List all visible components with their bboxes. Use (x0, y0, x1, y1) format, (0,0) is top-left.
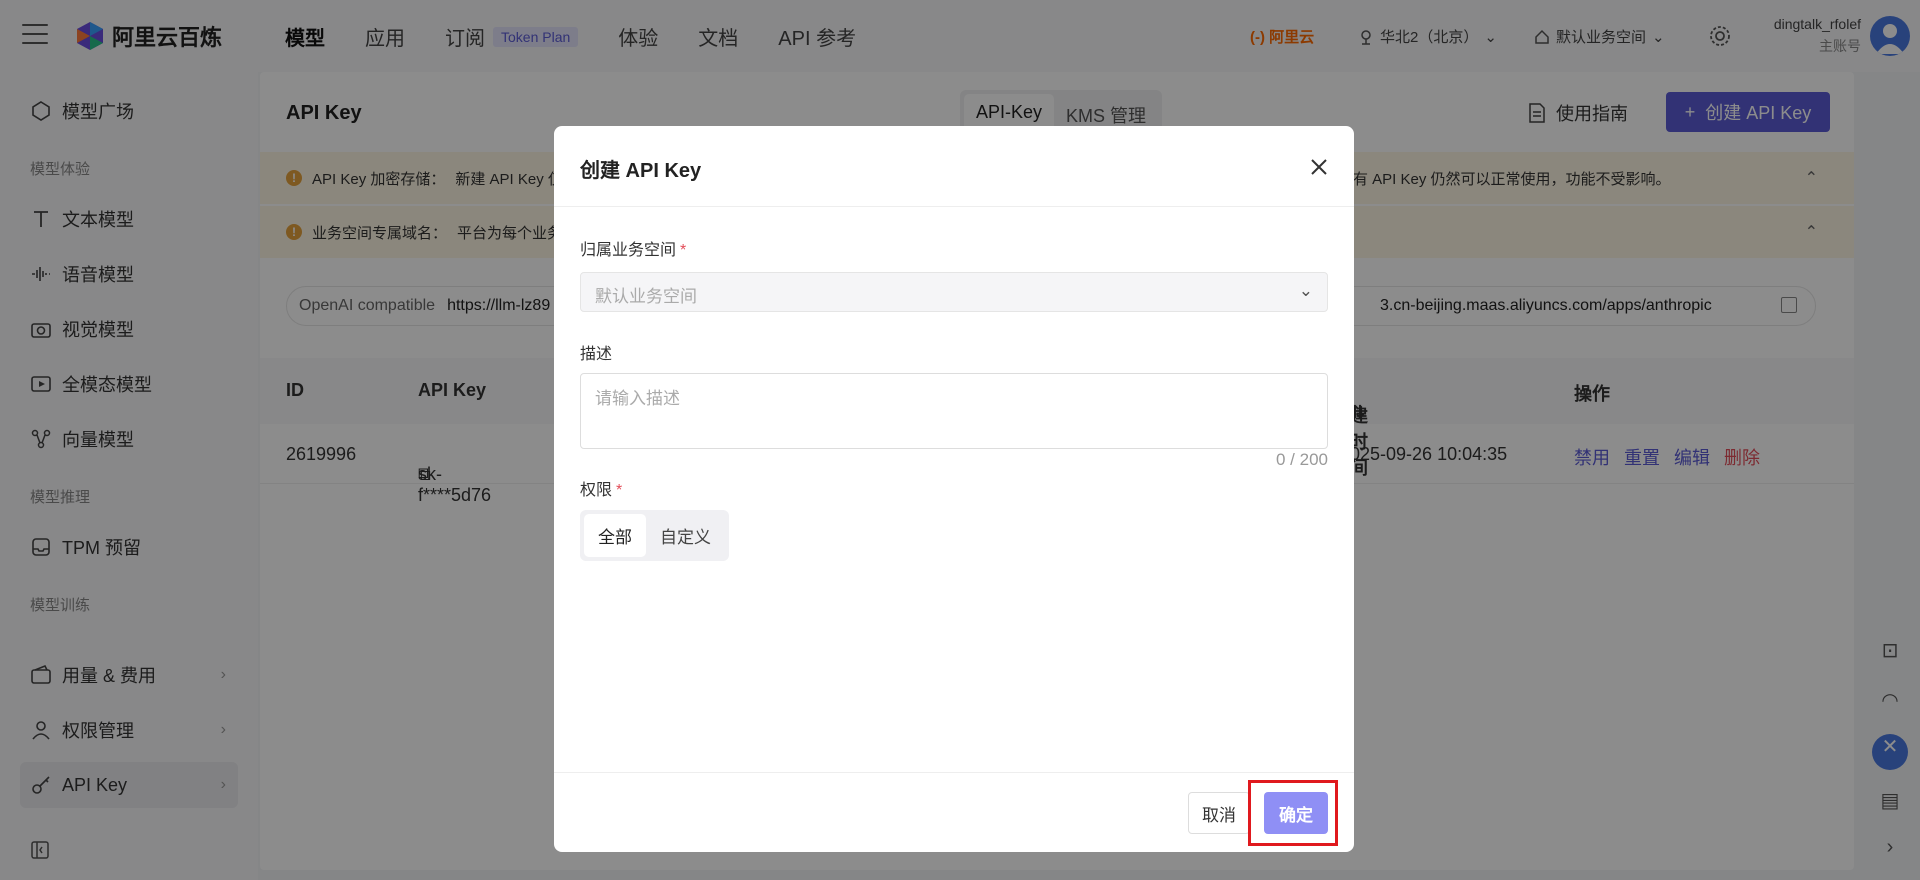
perm-all-option[interactable]: 全部 (584, 514, 646, 557)
chevron-down-icon: ⌄ (1298, 281, 1313, 300)
permission-field-label: 权限 * (580, 476, 622, 500)
workspace-select-value: 默认业务空间 (595, 287, 697, 306)
permission-toggle: 全部 自定义 (580, 510, 729, 561)
close-icon[interactable] (1308, 156, 1330, 178)
char-counter: 0 / 200 (1276, 450, 1328, 469)
perm-custom-option[interactable]: 自定义 (646, 514, 725, 557)
workspace-field-label: 归属业务空间 * (580, 236, 686, 260)
create-api-key-modal: 创建 API Key 归属业务空间 * 默认业务空间 ⌄ 描述 请输入描述 0 /… (554, 126, 1354, 852)
description-placeholder: 请输入描述 (595, 389, 680, 408)
permission-label-text: 权限 (580, 482, 613, 499)
description-input[interactable]: 请输入描述 (580, 373, 1328, 449)
required-mark: * (680, 242, 687, 259)
workspace-select[interactable]: 默认业务空间 ⌄ (580, 272, 1328, 312)
modal-footer-divider (554, 772, 1354, 773)
workspace-label-text: 归属业务空间 (580, 242, 677, 259)
desc-field-label: 描述 (580, 346, 613, 363)
required-mark: * (616, 482, 623, 499)
highlight-box (1248, 780, 1338, 846)
modal-divider (554, 206, 1354, 207)
modal-title: 创建 API Key (580, 160, 702, 182)
cancel-button[interactable]: 取消 (1188, 792, 1250, 834)
